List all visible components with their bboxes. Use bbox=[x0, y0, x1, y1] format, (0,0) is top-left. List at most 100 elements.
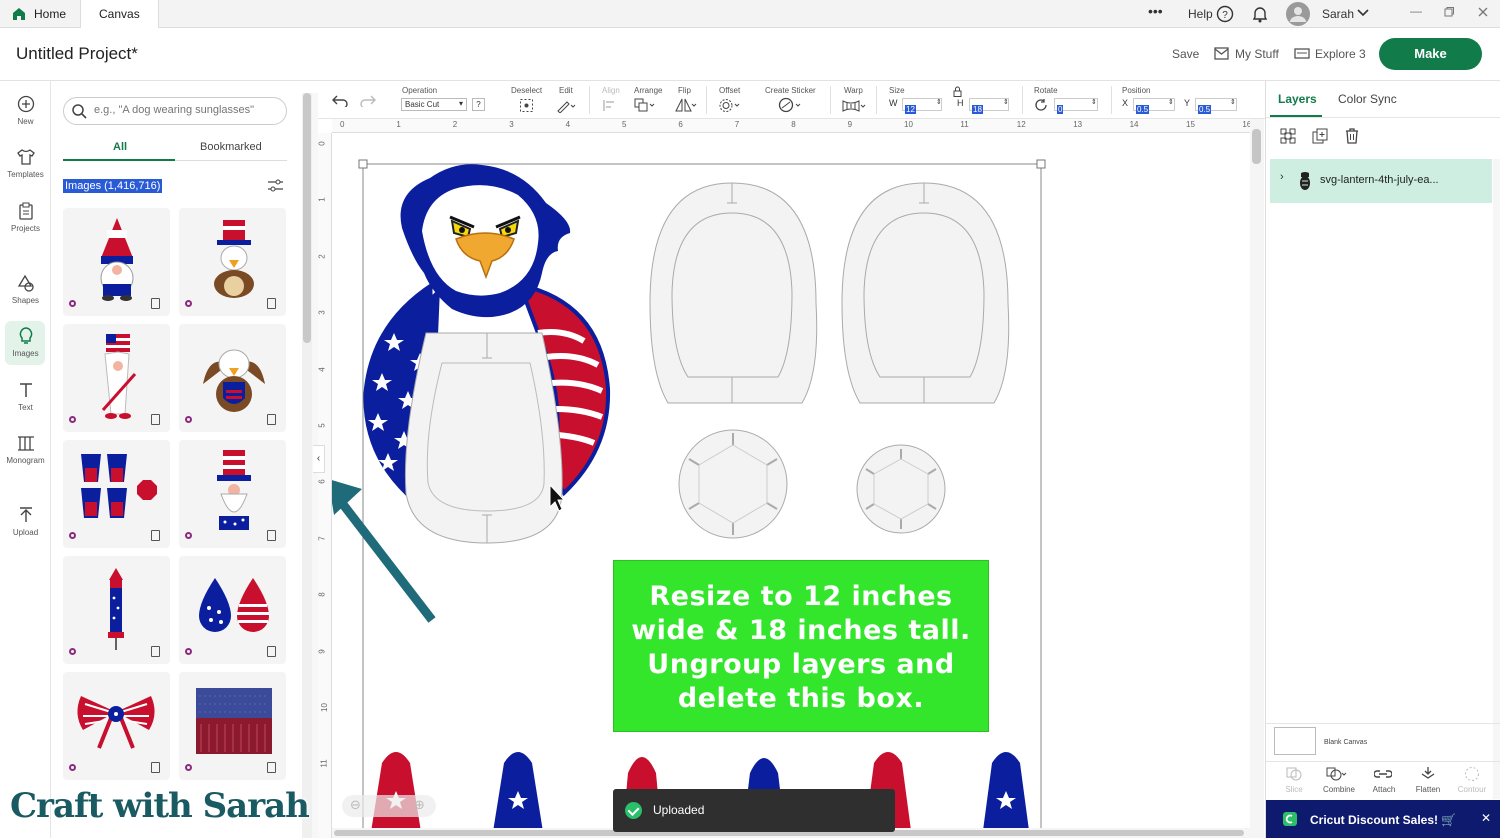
edit-icon[interactable] bbox=[556, 98, 576, 113]
warp-icon[interactable] bbox=[842, 99, 866, 112]
canvas-vertical-scrollbar[interactable] bbox=[1250, 119, 1264, 838]
y-stepper-icon[interactable]: ⇕ bbox=[1230, 98, 1236, 106]
help-link[interactable]: Help bbox=[1188, 7, 1213, 21]
chevron-down-icon[interactable] bbox=[1357, 9, 1369, 18]
rotate-icon[interactable] bbox=[1034, 98, 1048, 112]
expand-chevron-icon[interactable]: › bbox=[1280, 171, 1284, 183]
combine-icon[interactable] bbox=[1326, 767, 1348, 781]
close-window-button[interactable] bbox=[1478, 7, 1488, 17]
attach-icon[interactable] bbox=[1374, 769, 1392, 779]
panel-scrollbar-thumb[interactable] bbox=[303, 93, 311, 343]
contour-icon[interactable] bbox=[1464, 766, 1480, 782]
x-stepper-icon[interactable]: ⇕ bbox=[1168, 98, 1174, 106]
bookmark-icon[interactable] bbox=[151, 414, 160, 425]
image-card-gnome-hat[interactable] bbox=[179, 440, 286, 548]
search-input[interactable] bbox=[94, 104, 279, 116]
bookmark-icon[interactable] bbox=[151, 530, 160, 541]
image-card-gnome-eagle[interactable] bbox=[63, 208, 170, 316]
close-promo-icon[interactable]: ✕ bbox=[1481, 811, 1491, 825]
layer-row[interactable]: › svg-lantern-4th-july-ea... bbox=[1270, 159, 1492, 203]
machine-select[interactable]: Explore 3 bbox=[1315, 47, 1366, 61]
tab-color-sync[interactable]: Color Sync bbox=[1338, 92, 1397, 106]
bookmark-icon[interactable] bbox=[267, 762, 276, 773]
slice-button[interactable]: Slice bbox=[1272, 785, 1316, 794]
bookmark-icon[interactable] bbox=[267, 414, 276, 425]
panel-scrollbar[interactable] bbox=[302, 93, 312, 838]
slice-icon[interactable] bbox=[1286, 767, 1302, 781]
attach-button[interactable]: Attach bbox=[1362, 785, 1406, 794]
tab-all[interactable]: All bbox=[113, 141, 127, 153]
flatten-icon[interactable] bbox=[1420, 766, 1436, 780]
image-card-earrings[interactable] bbox=[179, 556, 286, 664]
filter-icon[interactable] bbox=[267, 179, 284, 192]
trash-icon[interactable] bbox=[1344, 127, 1360, 144]
design-canvas[interactable]: Resize to 12 inches wide & 18 inches tal… bbox=[332, 133, 1252, 838]
avatar[interactable] bbox=[1286, 2, 1310, 26]
combine-button[interactable]: Combine bbox=[1317, 785, 1361, 794]
duplicate-icon[interactable] bbox=[1312, 128, 1328, 144]
image-card-gnome-flag[interactable] bbox=[63, 324, 170, 432]
height-stepper-icon[interactable]: ⇕ bbox=[1003, 98, 1009, 106]
contour-button[interactable]: Contour bbox=[1450, 785, 1494, 794]
my-stuff-link[interactable]: My Stuff bbox=[1235, 47, 1279, 61]
rail-new[interactable]: New bbox=[0, 95, 51, 143]
undo-icon[interactable] bbox=[332, 93, 348, 107]
rail-text[interactable]: Text bbox=[0, 381, 51, 429]
image-card-eagle-hat[interactable] bbox=[179, 208, 286, 316]
bookmark-icon[interactable] bbox=[151, 762, 160, 773]
arrange-icon[interactable] bbox=[634, 98, 656, 113]
group-icon[interactable] bbox=[1280, 128, 1296, 144]
project-title[interactable]: Untitled Project* bbox=[16, 44, 138, 64]
zoom-out-icon[interactable]: ⊖ bbox=[350, 797, 361, 813]
rail-images[interactable]: Images bbox=[0, 321, 51, 375]
promo-banner[interactable]: Cricut Discount Sales! 🛒 ✕ bbox=[1266, 800, 1500, 838]
redo-icon[interactable] bbox=[360, 93, 376, 107]
zoom-in-icon[interactable]: ⊕ bbox=[414, 797, 425, 813]
bell-icon[interactable] bbox=[1252, 5, 1268, 23]
image-card-flag-tumblers[interactable] bbox=[63, 440, 170, 548]
sticker-icon[interactable] bbox=[778, 97, 802, 113]
help-icon[interactable]: ? bbox=[1216, 5, 1234, 23]
layers-scrollbar[interactable] bbox=[1493, 159, 1500, 799]
tab-bookmarked[interactable]: Bookmarked bbox=[200, 141, 262, 153]
image-card-bow[interactable] bbox=[63, 672, 170, 780]
bookmark-icon[interactable] bbox=[267, 646, 276, 657]
user-name[interactable]: Sarah bbox=[1322, 7, 1354, 21]
lock-icon[interactable] bbox=[953, 86, 962, 97]
flatten-button[interactable]: Flatten bbox=[1406, 785, 1450, 794]
rotate-stepper-icon[interactable]: ⇕ bbox=[1091, 98, 1097, 106]
rail-upload[interactable]: Upload bbox=[0, 506, 51, 554]
bookmark-icon[interactable] bbox=[267, 298, 276, 309]
blank-canvas-swatch[interactable] bbox=[1274, 727, 1316, 755]
make-button[interactable]: Make bbox=[1379, 38, 1482, 70]
image-card-firework[interactable] bbox=[63, 556, 170, 664]
maximize-button[interactable] bbox=[1444, 7, 1454, 17]
flip-icon[interactable] bbox=[675, 98, 697, 113]
width-stepper-icon[interactable]: ⇕ bbox=[936, 98, 942, 106]
rail-shapes[interactable]: Shapes bbox=[0, 274, 51, 322]
tab-home[interactable]: Home bbox=[12, 0, 66, 28]
rail-monogram[interactable]: Monogram bbox=[0, 434, 51, 482]
offset-icon[interactable] bbox=[719, 98, 741, 113]
rail-templates[interactable]: Templates bbox=[0, 148, 51, 196]
tab-layers[interactable]: Layers bbox=[1278, 92, 1317, 106]
search-box[interactable] bbox=[63, 97, 287, 125]
rail-projects[interactable]: Projects bbox=[0, 202, 51, 250]
canvas-artwork[interactable] bbox=[332, 133, 1252, 838]
operation-select[interactable]: Basic Cut ▾ bbox=[401, 98, 467, 111]
image-card-flag-pattern[interactable] bbox=[179, 672, 286, 780]
operation-help-icon[interactable]: ? bbox=[472, 98, 485, 111]
collapse-panel-button[interactable]: ‹ bbox=[313, 445, 325, 473]
canvas-vscroll-thumb[interactable] bbox=[1252, 129, 1261, 164]
zoom-control[interactable]: ⊖ ⊕ bbox=[342, 795, 436, 817]
deselect-icon[interactable] bbox=[519, 98, 534, 113]
image-card-eagle-shield[interactable] bbox=[179, 324, 286, 432]
align-icon[interactable] bbox=[602, 99, 620, 112]
instruction-box[interactable]: Resize to 12 inches wide & 18 inches tal… bbox=[613, 560, 989, 732]
tab-canvas[interactable]: Canvas bbox=[80, 0, 159, 28]
bookmark-icon[interactable] bbox=[151, 298, 160, 309]
save-button[interactable]: Save bbox=[1172, 47, 1199, 61]
more-menu-button[interactable]: ••• bbox=[1148, 3, 1163, 19]
bookmark-icon[interactable] bbox=[267, 530, 276, 541]
minimize-button[interactable]: — bbox=[1410, 4, 1422, 18]
